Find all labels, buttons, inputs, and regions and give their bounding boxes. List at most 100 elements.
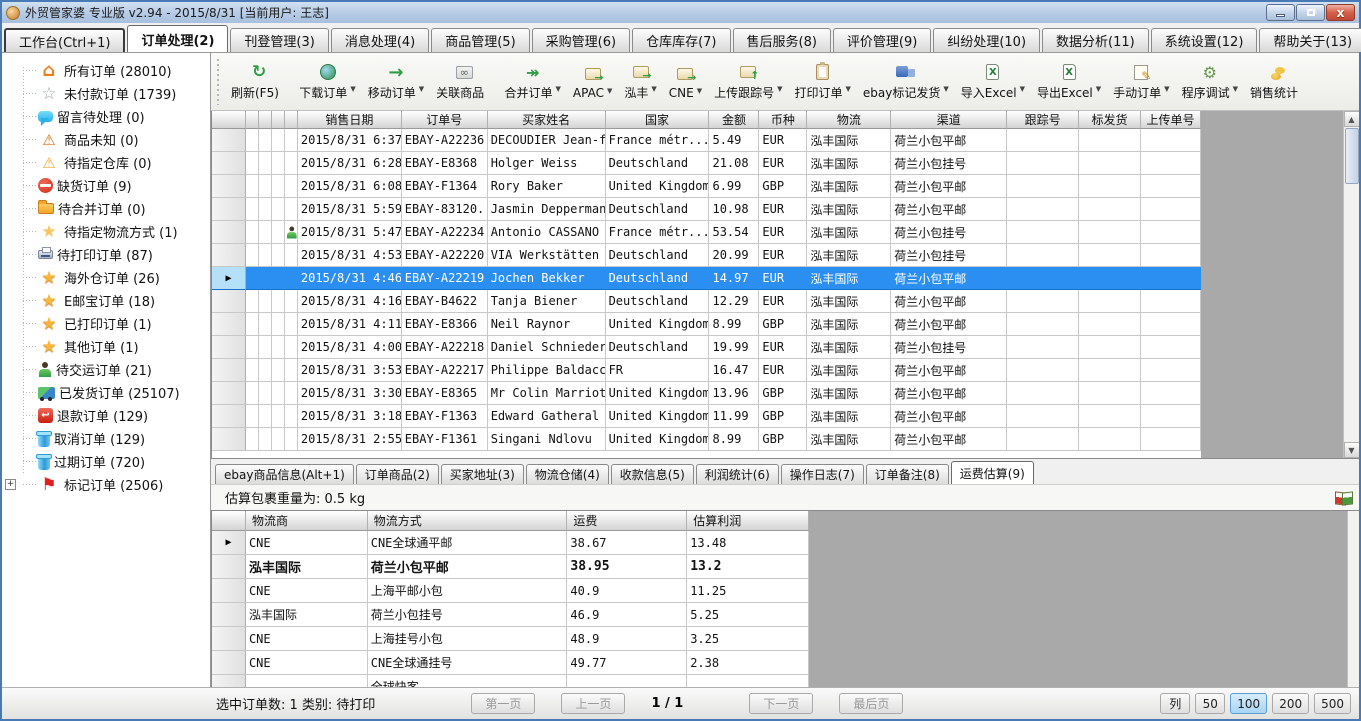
toolbar-button[interactable]: 导出Excel ▼ bbox=[1031, 59, 1107, 104]
sidebar-item[interactable]: + 所有订单 (28010) bbox=[2, 59, 210, 82]
toolbar-button[interactable]: 上传跟踪号 ▼ bbox=[708, 59, 788, 104]
col-header-method[interactable]: 物流方式 bbox=[368, 511, 568, 531]
menu-tab[interactable]: 仓库库存(7) bbox=[632, 28, 730, 52]
dropdown-arrow-icon[interactable]: ▼ bbox=[777, 85, 782, 93]
page-button[interactable]: 最后页 bbox=[839, 693, 903, 714]
toolbar-button[interactable]: 导入Excel ▼ bbox=[955, 59, 1031, 104]
order-row[interactable]: ▶ 2015/8/31 3:53 EBAY-A22217 Philippe Ba… bbox=[212, 359, 1201, 382]
close-button[interactable]: x bbox=[1326, 4, 1355, 21]
expand-plus-icon[interactable]: + bbox=[5, 479, 16, 490]
col-header-tracking[interactable]: 跟踪号 bbox=[1007, 111, 1079, 129]
dropdown-arrow-icon[interactable]: ▼ bbox=[607, 87, 612, 95]
dropdown-arrow-icon[interactable]: ▼ bbox=[697, 87, 702, 95]
page-size-button[interactable]: 列 bbox=[1160, 693, 1190, 714]
order-row[interactable]: ▶ 2015/8/31 4:53 EBAY-A22220 VIA Werkstä… bbox=[212, 244, 1201, 267]
page-size-button[interactable]: 50 bbox=[1195, 693, 1225, 714]
minimize-button[interactable] bbox=[1266, 4, 1295, 21]
detail-tab[interactable]: 订单商品(2) bbox=[356, 464, 439, 484]
menu-tab[interactable]: 数据分析(11) bbox=[1042, 28, 1149, 52]
sidebar-item[interactable]: + 标记订单 (2506) bbox=[2, 473, 210, 496]
col-header-logistics[interactable]: 物流 bbox=[807, 111, 891, 129]
sidebar-item[interactable]: + 取消订单 (129) bbox=[2, 427, 210, 450]
menu-tab[interactable]: 帮助关于(13) bbox=[1259, 28, 1361, 52]
freight-row[interactable]: ▶ CNE 上海挂号小包 48.9 3.25 bbox=[212, 627, 809, 651]
sidebar-item[interactable]: + 待打印订单 (87) bbox=[2, 243, 210, 266]
sidebar-item[interactable]: + 待指定物流方式 (1) bbox=[2, 220, 210, 243]
order-row[interactable]: ▶ 2015/8/31 4:46 EBAY-A22219 Jochen Bekk… bbox=[212, 267, 1201, 290]
col-header-country[interactable]: 国家 bbox=[606, 111, 710, 129]
detail-tab[interactable]: 操作日志(7) bbox=[781, 464, 864, 484]
detail-tab[interactable]: 运费估算(9) bbox=[951, 461, 1034, 484]
col-header-fee[interactable]: 运费 bbox=[567, 511, 687, 531]
detail-tab[interactable]: 订单备注(8) bbox=[866, 464, 949, 484]
menu-tab[interactable]: 订单处理(2) bbox=[127, 25, 228, 52]
dropdown-arrow-icon[interactable]: ▼ bbox=[556, 85, 561, 93]
menu-tab[interactable]: 消息处理(4) bbox=[331, 28, 429, 52]
sidebar-item[interactable]: + 退款订单 (129) bbox=[2, 404, 210, 427]
dropdown-arrow-icon[interactable]: ▼ bbox=[1233, 85, 1238, 93]
sidebar-item[interactable]: + 商品未知 (0) bbox=[2, 128, 210, 151]
page-size-button[interactable]: 100 bbox=[1230, 693, 1267, 714]
order-row[interactable]: ▶ 2015/8/31 4:11 EBAY-E8366 Neil Raynor … bbox=[212, 313, 1201, 336]
toolbar-button[interactable]: 刷新(F5) ▼ bbox=[225, 59, 293, 104]
freight-row[interactable]: ▶ 泓丰国际 荷兰小包平邮 38.95 13.2 bbox=[212, 555, 809, 579]
scroll-up-icon[interactable]: ▲ bbox=[1344, 111, 1360, 127]
col-header-order-no[interactable]: 订单号 bbox=[402, 111, 488, 129]
menu-tab[interactable]: 售后服务(8) bbox=[733, 28, 831, 52]
sidebar-item[interactable]: + 已发货订单 (25107) bbox=[2, 381, 210, 404]
detail-tab[interactable]: ebay商品信息(Alt+1) bbox=[215, 464, 354, 484]
toolbar-button[interactable]: 打印订单 ▼ bbox=[789, 59, 857, 104]
freight-row[interactable]: ▶ CNE CNE全球通平邮 38.67 13.48 bbox=[212, 531, 809, 555]
freight-row[interactable]: ▶ CNE CNE全球通挂号 49.77 2.38 bbox=[212, 651, 809, 675]
col-header-sale-date[interactable]: 销售日期 bbox=[298, 111, 402, 129]
menu-tab[interactable]: 商品管理(5) bbox=[431, 28, 529, 52]
menu-tab[interactable]: 评价管理(9) bbox=[833, 28, 931, 52]
page-button[interactable]: 第一页 bbox=[471, 693, 535, 714]
order-row[interactable]: ▶ 2015/8/31 2:55 EBAY-F1361 Singani Ndlo… bbox=[212, 428, 1201, 451]
page-size-button[interactable]: 500 bbox=[1314, 693, 1351, 714]
page-button[interactable]: 下一页 bbox=[749, 693, 813, 714]
order-row[interactable]: ▶ 2015/8/31 3:18 EBAY-F1363 Edward Gathe… bbox=[212, 405, 1201, 428]
col-header-upload-no[interactable]: 上传单号 bbox=[1141, 111, 1201, 129]
detail-tab[interactable]: 买家地址(3) bbox=[441, 464, 524, 484]
menu-tab[interactable]: 采购管理(6) bbox=[532, 28, 630, 52]
sidebar-item[interactable]: + 待合并订单 (0) bbox=[2, 197, 210, 220]
toolbar-button[interactable]: 下载订单 ▼ bbox=[293, 59, 361, 104]
order-row[interactable]: ▶ 2015/8/31 4:16 EBAY-B4622 Tanja Biener… bbox=[212, 290, 1201, 313]
toolbar-button[interactable]: 手动订单 ▼ bbox=[1107, 59, 1175, 104]
freight-row[interactable]: ▶ 泓丰国际 荷兰小包挂号 46.9 5.25 bbox=[212, 603, 809, 627]
col-header-currency[interactable]: 币种 bbox=[759, 111, 807, 129]
dropdown-arrow-icon[interactable]: ▼ bbox=[350, 85, 355, 93]
order-row[interactable]: ▶ 2015/8/31 6:28 EBAY-E8368 Holger Weiss… bbox=[212, 152, 1201, 175]
detail-tab[interactable]: 收款信息(5) bbox=[611, 464, 694, 484]
detail-tab[interactable]: 物流仓储(4) bbox=[526, 464, 609, 484]
sidebar-item[interactable]: + 缺货订单 (9) bbox=[2, 174, 210, 197]
col-header-amount[interactable]: 金额 bbox=[709, 111, 759, 129]
toolbar-button[interactable]: CNE ▼ bbox=[663, 61, 708, 103]
col-header-buyer[interactable]: 买家姓名 bbox=[488, 111, 606, 129]
toolbar-button[interactable]: APAC ▼ bbox=[567, 61, 618, 103]
sidebar-item[interactable]: + 过期订单 (720) bbox=[2, 450, 210, 473]
sidebar-item[interactable]: + 未付款订单 (1739) bbox=[2, 82, 210, 105]
order-row[interactable]: ▶ 2015/8/31 4:00 EBAY-A22218 Daniel Schn… bbox=[212, 336, 1201, 359]
toolbar-button[interactable]: 合并订单 ▼ bbox=[499, 59, 567, 104]
dropdown-arrow-icon[interactable]: ▼ bbox=[1096, 85, 1101, 93]
dropdown-arrow-icon[interactable]: ▼ bbox=[1164, 85, 1169, 93]
vertical-scrollbar[interactable]: ▲ ▼ bbox=[1343, 111, 1359, 458]
sidebar-item[interactable]: + E邮宝订单 (18) bbox=[2, 289, 210, 312]
menu-tab[interactable]: 工作台(Ctrl+1) bbox=[4, 28, 125, 52]
sidebar-item[interactable]: + 待指定仓库 (0) bbox=[2, 151, 210, 174]
freight-row[interactable]: ▶ 全球快客 bbox=[212, 675, 809, 687]
toolbar-button[interactable]: 销售统计 ▼ bbox=[1244, 59, 1312, 104]
order-row[interactable]: ▶ 2015/8/31 6:37 EBAY-A22236 DECOUDIER J… bbox=[212, 129, 1201, 152]
col-header-carrier[interactable]: 物流商 bbox=[246, 511, 368, 531]
page-size-button[interactable]: 200 bbox=[1272, 693, 1309, 714]
order-row[interactable]: ▶ 2015/8/31 6:08 EBAY-F1364 Rory Baker U… bbox=[212, 175, 1201, 198]
freight-row[interactable]: ▶ CNE 上海平邮小包 40.9 11.25 bbox=[212, 579, 809, 603]
dropdown-arrow-icon[interactable]: ▼ bbox=[846, 85, 851, 93]
toolbar-button[interactable]: 关联商品 ▼ bbox=[430, 59, 498, 104]
menu-tab[interactable]: 刊登管理(3) bbox=[230, 28, 328, 52]
toolbar-button[interactable]: 泓丰 ▼ bbox=[618, 59, 662, 104]
dropdown-arrow-icon[interactable]: ▼ bbox=[651, 85, 656, 93]
restore-button[interactable] bbox=[1296, 4, 1325, 21]
